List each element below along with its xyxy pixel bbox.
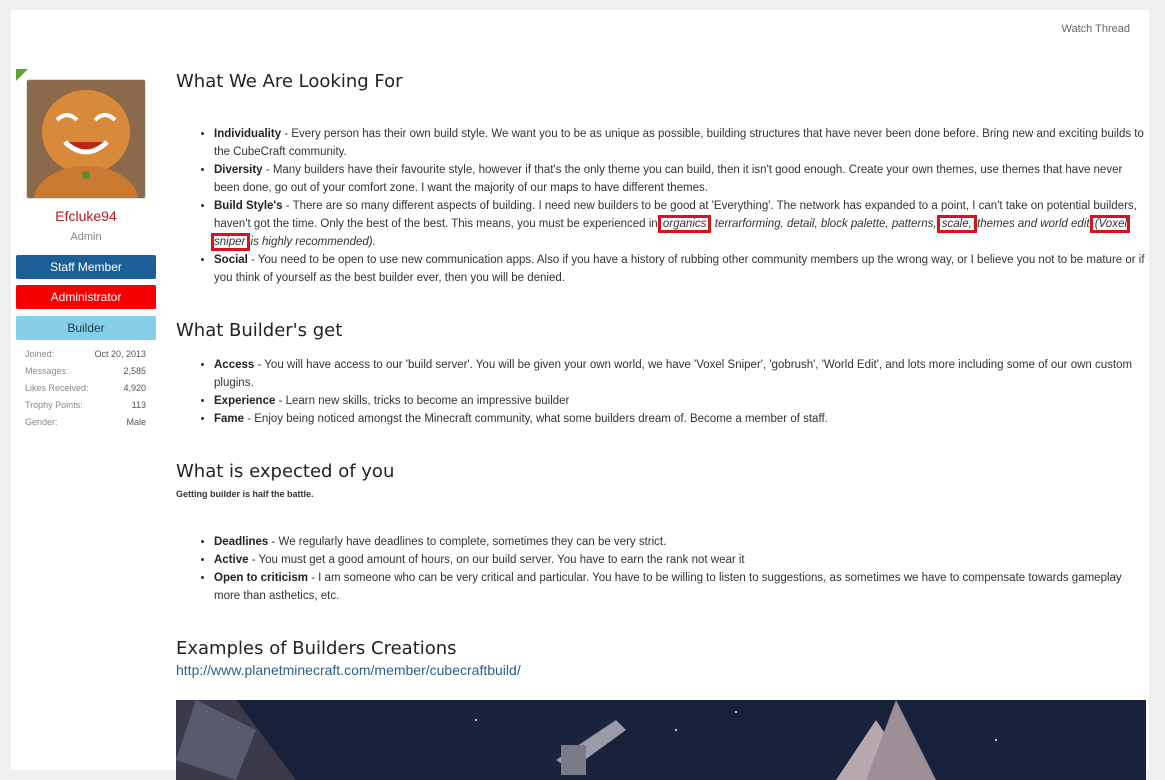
stat-gender: Gender: Male [25, 417, 146, 427]
heading-expected: What is expected of you [176, 461, 395, 482]
looking-for-list: Individuality - Every person has their o… [176, 125, 1149, 287]
gingerbread-avatar-icon [27, 80, 145, 198]
highlight-scale: scale, [936, 215, 977, 233]
heading-examples: Examples of Builders Creations [176, 638, 457, 659]
list-item: Individuality - Every person has their o… [214, 125, 1149, 161]
username[interactable]: Efcluke94 [16, 208, 156, 224]
list-item: Build Style's - There are so many differ… [211, 197, 1149, 251]
stat-likes: Likes Received: 4,920 [25, 383, 146, 393]
user-extra-info: Joined: Oct 20, 2013 Messages: 2,585 Likes… [25, 349, 146, 434]
list-item: Social - You need to be open to use new … [214, 251, 1149, 287]
list-item: Active - You must get a good amount of h… [214, 551, 1149, 569]
list-item: Deadlines - We regularly have deadlines … [214, 533, 1149, 551]
heading-builders-get: What Builder's get [176, 320, 343, 341]
staff-member-banner: Staff Member [16, 255, 156, 279]
list-item: Open to criticism - I am someone who can… [214, 569, 1149, 605]
highlight-organics: organics [657, 215, 712, 233]
builders-get-list: Access - You will have access to our 'bu… [176, 356, 1149, 428]
build-screenshot-icon [176, 700, 1146, 780]
builder-banner: Builder [16, 316, 156, 340]
user-title: Admin [70, 231, 102, 243]
stat-messages: Messages: 2,585 [25, 366, 146, 376]
watch-thread-link[interactable]: Watch Thread [1062, 23, 1130, 35]
list-item: Diversity - Many builders have their fav… [214, 161, 1149, 197]
list-item: Fame - Enjoy being noticed amongst the M… [214, 410, 1149, 428]
expected-note: Getting builder is half the battle. [176, 489, 314, 499]
heading-looking-for: What We Are Looking For [176, 71, 403, 92]
stat-joined: Joined: Oct 20, 2013 [25, 349, 146, 359]
list-item: Access - You will have access to our 'bu… [214, 356, 1149, 392]
avatar[interactable] [26, 79, 146, 199]
stat-trophy-points: Trophy Points: 113 [25, 400, 146, 410]
administrator-banner: Administrator [16, 285, 156, 309]
minecraft-build-image[interactable] [176, 700, 1146, 780]
thread-post: Watch Thread Efcluke94 Admin Staff Membe… [11, 10, 1149, 780]
expected-list: Deadlines - We regularly have deadlines … [176, 533, 1149, 605]
examples-link[interactable]: http://www.planetminecraft.com/member/cu… [176, 662, 521, 678]
list-item: Experience - Learn new skills, tricks to… [214, 392, 1149, 410]
